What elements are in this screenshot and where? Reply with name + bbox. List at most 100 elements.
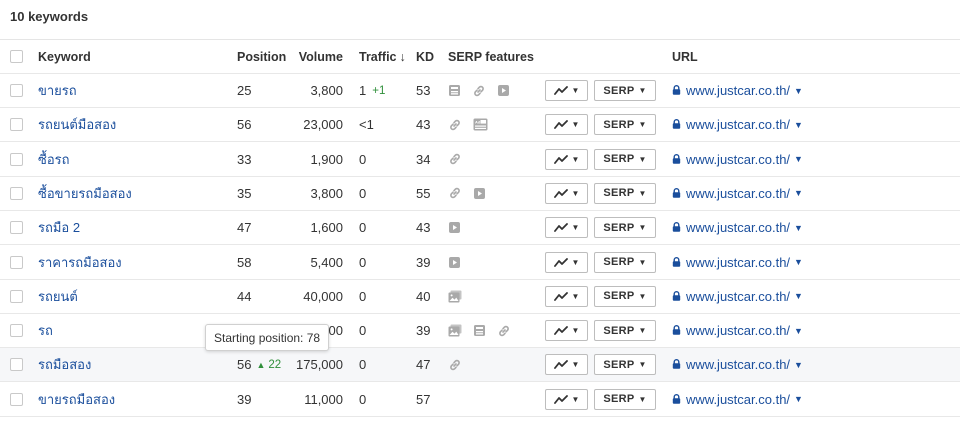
row-checkbox[interactable] <box>10 74 23 107</box>
url-link[interactable]: www.justcar.co.th/ <box>686 220 790 235</box>
serp-dropdown-button[interactable]: SERP ▼ <box>594 388 656 410</box>
url-cell: www.justcar.co.th/ ▼ <box>672 314 957 347</box>
trend-dropdown-button[interactable]: ▼ <box>545 354 588 376</box>
keyword-link[interactable]: รถมือ 2 <box>38 217 80 238</box>
keyword-link[interactable]: ซื้อขายรถมือสอง <box>38 183 132 204</box>
traffic-cell: 0 <box>359 177 409 210</box>
link-icon[interactable] <box>497 324 511 338</box>
images-icon[interactable] <box>448 324 462 337</box>
link-icon[interactable] <box>448 118 462 132</box>
url-link[interactable]: www.justcar.co.th/ <box>686 186 790 201</box>
video-icon[interactable] <box>448 256 461 269</box>
url-link[interactable]: www.justcar.co.th/ <box>686 323 790 338</box>
url-link[interactable]: www.justcar.co.th/ <box>686 392 790 407</box>
image-pack-icon[interactable] <box>473 324 486 337</box>
trend-dropdown-button[interactable]: ▼ <box>545 251 588 273</box>
url-dropdown-icon[interactable]: ▼ <box>794 154 803 164</box>
keyword-link[interactable]: รถยนต์มือสอง <box>38 114 116 135</box>
link-icon[interactable] <box>472 84 486 98</box>
keyword-link[interactable]: รถ <box>38 320 53 341</box>
serp-dropdown-button[interactable]: SERP ▼ <box>594 148 656 170</box>
trend-dropdown-button[interactable]: ▼ <box>545 285 588 307</box>
traffic-cell: 0 <box>359 314 409 347</box>
trend-dropdown-button[interactable]: ▼ <box>545 114 588 136</box>
position-cell[interactable]: 56 ▲ 22 <box>237 348 297 381</box>
select-all-checkbox[interactable] <box>10 40 23 73</box>
url-cell: www.justcar.co.th/ ▼ <box>672 108 957 141</box>
column-header-keyword[interactable]: Keyword <box>38 40 228 73</box>
url-dropdown-icon[interactable]: ▼ <box>794 120 803 130</box>
column-header-kd[interactable]: KD <box>416 40 446 73</box>
serp-dropdown-button[interactable]: SERP ▼ <box>594 354 656 376</box>
trend-dropdown-button[interactable]: ▼ <box>545 388 588 410</box>
volume-value: 11,000 <box>304 391 343 407</box>
keyword-link[interactable]: ขายรถ <box>38 80 77 101</box>
keyword-link[interactable]: ซื้อรถ <box>38 149 69 170</box>
url-link[interactable]: www.justcar.co.th/ <box>686 357 790 372</box>
keyword-link[interactable]: รถมือสอง <box>38 354 91 375</box>
url-dropdown-icon[interactable]: ▼ <box>794 86 803 96</box>
volume-value: 5,400 <box>310 254 343 270</box>
traffic-cell: 0 <box>359 143 409 176</box>
serp-dropdown-button[interactable]: SERP ▼ <box>594 80 656 101</box>
row-checkbox[interactable] <box>10 108 23 141</box>
video-icon[interactable] <box>473 187 486 200</box>
link-icon[interactable] <box>448 152 462 166</box>
column-header-volume[interactable]: Volume <box>290 40 343 73</box>
trend-dropdown-button[interactable]: ▼ <box>545 80 588 101</box>
row-checkbox[interactable] <box>10 211 23 244</box>
serp-dropdown-button[interactable]: SERP ▼ <box>594 114 656 136</box>
trend-dropdown-button[interactable]: ▼ <box>545 148 588 170</box>
traffic-value: 0 <box>359 288 367 304</box>
column-header-position[interactable]: Position <box>237 40 297 73</box>
trend-dropdown-button[interactable]: ▼ <box>545 182 588 204</box>
volume-value: 3,800 <box>310 185 343 201</box>
link-icon[interactable] <box>448 358 462 372</box>
url-dropdown-icon[interactable]: ▼ <box>794 188 803 198</box>
row-checkbox[interactable] <box>10 177 23 210</box>
url-dropdown-icon[interactable]: ▼ <box>794 394 803 404</box>
url-dropdown-icon[interactable]: ▼ <box>794 257 803 267</box>
column-header-url[interactable]: URL <box>672 40 957 73</box>
ad-icon[interactable]: Ad <box>473 118 488 131</box>
url-link[interactable]: www.justcar.co.th/ <box>686 83 790 98</box>
row-checkbox[interactable] <box>10 348 23 381</box>
traffic-cell: 0 <box>359 348 409 381</box>
url-link[interactable]: www.justcar.co.th/ <box>686 117 790 132</box>
url-dropdown-icon[interactable]: ▼ <box>794 326 803 336</box>
row-checkbox[interactable] <box>10 246 23 279</box>
serp-dropdown-button[interactable]: SERP ▼ <box>594 285 656 307</box>
position-value: 44 <box>237 288 252 304</box>
link-icon[interactable] <box>448 186 462 200</box>
url-dropdown-icon[interactable]: ▼ <box>794 360 803 370</box>
trend-dropdown-button[interactable]: ▼ <box>545 320 588 342</box>
url-link[interactable]: www.justcar.co.th/ <box>686 255 790 270</box>
keyword-link[interactable]: ขายรถมือสอง <box>38 389 115 410</box>
serp-dropdown-button[interactable]: SERP ▼ <box>594 251 656 273</box>
column-header-serp-features[interactable]: SERP features <box>448 40 543 73</box>
traffic-cell: 0 <box>359 280 409 313</box>
url-dropdown-icon[interactable]: ▼ <box>794 223 803 233</box>
url-link[interactable]: www.justcar.co.th/ <box>686 289 790 304</box>
serp-dropdown-button[interactable]: SERP ▼ <box>594 182 656 204</box>
images-icon[interactable] <box>448 290 462 303</box>
row-actions: ▼ SERP ▼ <box>545 177 660 210</box>
position-value: 56 <box>237 117 252 133</box>
serp-dropdown-button[interactable]: SERP ▼ <box>594 320 656 342</box>
url-link[interactable]: www.justcar.co.th/ <box>686 152 790 167</box>
row-checkbox[interactable] <box>10 280 23 313</box>
row-checkbox[interactable] <box>10 383 23 416</box>
video-icon[interactable] <box>497 84 510 97</box>
url-dropdown-icon[interactable]: ▼ <box>794 291 803 301</box>
keyword-link[interactable]: รถยนต์ <box>38 286 78 307</box>
serp-dropdown-button[interactable]: SERP ▼ <box>594 217 656 239</box>
traffic-cell: 0 <box>359 211 409 244</box>
trend-dropdown-button[interactable]: ▼ <box>545 217 588 239</box>
column-header-traffic[interactable]: Traffic ↓ <box>359 40 409 73</box>
row-checkbox[interactable] <box>10 143 23 176</box>
keyword-link[interactable]: ราคารถมือสอง <box>38 252 122 273</box>
serp-features-cell <box>448 348 543 381</box>
image-pack-icon[interactable] <box>448 84 461 97</box>
row-checkbox[interactable] <box>10 314 23 347</box>
video-icon[interactable] <box>448 221 461 234</box>
